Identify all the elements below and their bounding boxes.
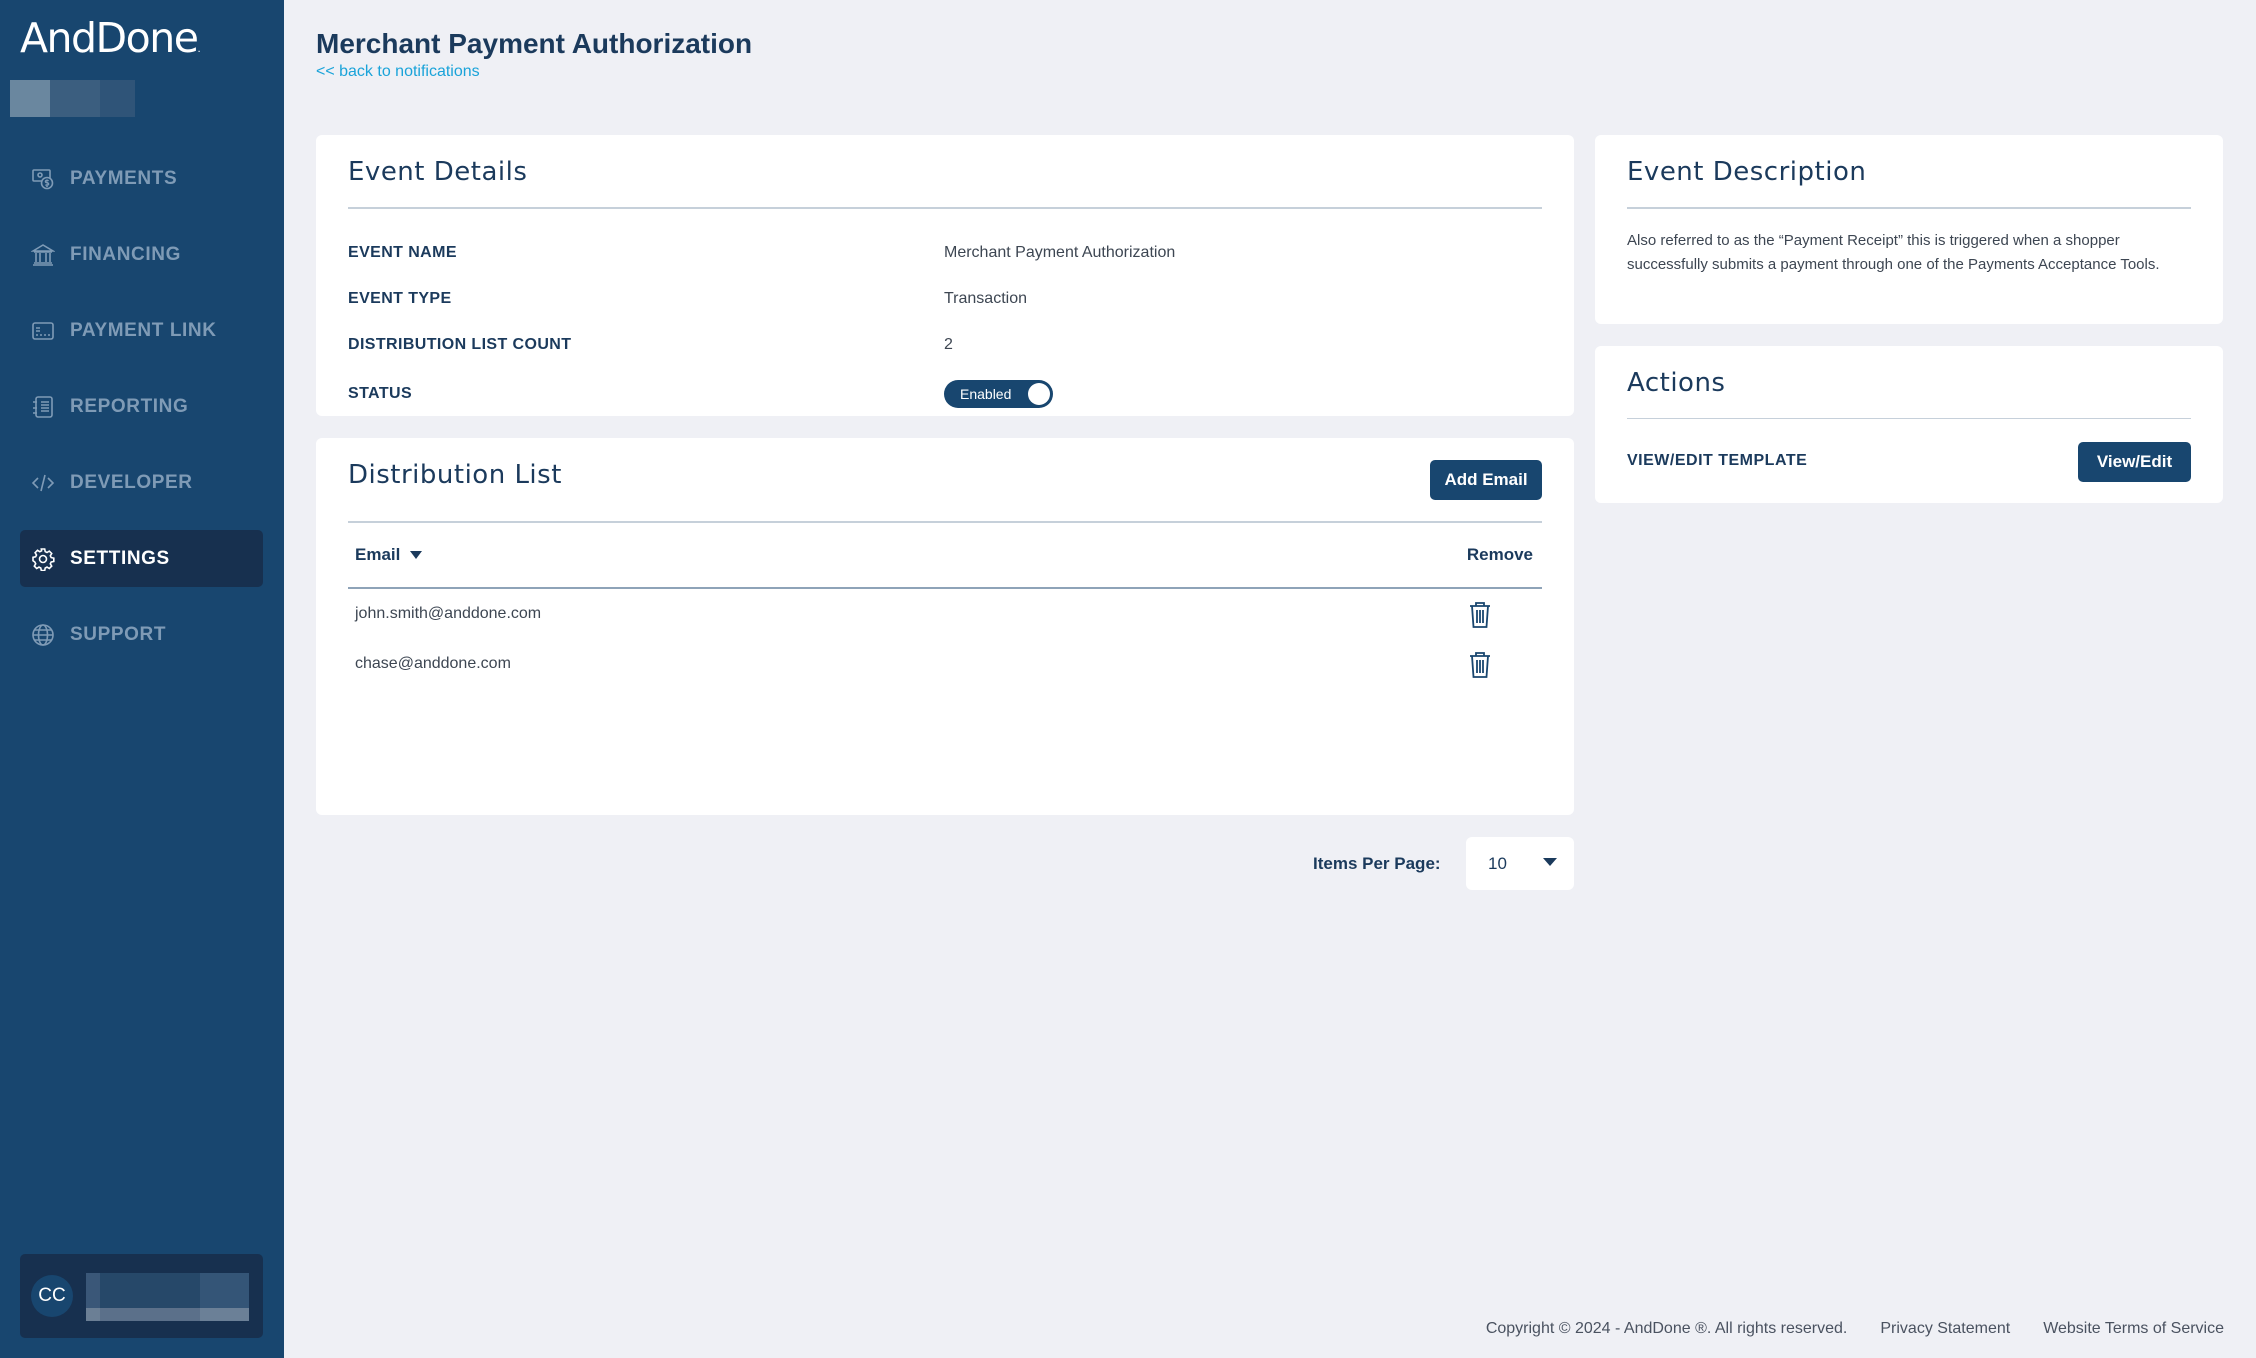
bank-icon [30,242,56,268]
sidebar: AndDone. PAYMENTS FINANCING PAYMENT LINK [0,0,284,1358]
sidebar-item-label: PAYMENT LINK [70,319,217,341]
sidebar-item-label: DEVELOPER [70,471,193,493]
sidebar-item-payment-link[interactable]: PAYMENT LINK [20,302,263,359]
event-details-card: Event Details EVENT NAME Merchant Paymen… [316,135,1574,416]
trash-icon[interactable] [1468,651,1492,679]
email-value: john.smith@anddone.com [355,605,542,622]
items-per-page-label: Items Per Page: [1313,854,1441,873]
divider [1627,207,2191,209]
footer: Copyright © 2024 - AndDone ®. All rights… [1486,1320,2224,1338]
add-email-button[interactable]: Add Email [1430,460,1542,500]
view-edit-button[interactable]: View/Edit [2078,442,2191,482]
logo-mark: . [197,44,200,55]
detail-value: Merchant Payment Authorization [944,244,1176,261]
column-label: Email [355,545,401,564]
table-row: chase@anddone.com [348,641,1542,691]
divider [1627,418,2191,419]
toggle-knob [1028,383,1050,405]
sidebar-item-payments[interactable]: PAYMENTS [20,150,263,207]
distribution-list-card: Distribution List Add Email Email Remove… [316,438,1574,815]
reporting-icon [30,394,56,420]
sort-down-icon [410,551,423,559]
detail-value: 2 [944,336,953,353]
privacy-statement-link[interactable]: Privacy Statement [1880,1320,2010,1338]
event-description-text: Also referred to as the “Payment Receipt… [1627,232,2160,273]
event-description-card: Event Description Also referred to as th… [1595,135,2223,324]
avatar: CC [31,1275,73,1317]
detail-label: STATUS [348,385,413,402]
detail-value: Transaction [944,290,1027,307]
terms-of-service-link[interactable]: Website Terms of Service [2043,1320,2224,1338]
globe-icon [30,622,56,648]
back-to-notifications-link[interactable]: << back to notifications [316,63,480,81]
status-toggle[interactable]: Enabled [944,380,1053,408]
card-title: Event Details [348,157,528,187]
table-header: Email Remove [348,521,1542,589]
email-value: chase@anddone.com [355,655,511,672]
gear-icon [30,546,56,572]
logo-text: AndDone [20,14,199,62]
sidebar-item-financing[interactable]: FINANCING [20,226,263,283]
toggle-label: Enabled [960,386,1012,402]
sidebar-item-reporting[interactable]: REPORTING [20,378,263,435]
payment-link-icon [30,318,56,344]
card-title: Event Description [1627,157,1867,187]
items-per-page-select[interactable]: 10 [1466,837,1574,890]
caret-down-icon [1543,858,1557,866]
detail-row-distribution-count: DISTRIBUTION LIST COUNT 2 [348,333,1542,357]
card-title: Distribution List [348,460,562,490]
redacted-org-name [10,80,135,117]
sidebar-item-label: SETTINGS [70,547,170,569]
sidebar-item-settings[interactable]: SETTINGS [20,530,263,587]
actions-card: Actions VIEW/EDIT TEMPLATE View/Edit [1595,346,2223,503]
sidebar-item-label: PAYMENTS [70,167,178,189]
copyright: Copyright © 2024 - AndDone ®. All rights… [1485,1320,1848,1337]
sidebar-item-support[interactable]: SUPPORT [20,606,263,663]
sidebar-item-label: FINANCING [70,243,181,265]
detail-row-event-type: EVENT TYPE Transaction [348,287,1542,311]
trash-icon[interactable] [1468,601,1492,629]
payments-icon [30,166,56,192]
detail-label: EVENT NAME [348,244,457,261]
detail-row-status: STATUS Enabled [348,379,1542,409]
items-per-page-value: 10 [1488,854,1507,873]
remove-column-header: Remove [1466,545,1533,564]
divider [348,207,1542,209]
card-title: Actions [1627,368,1726,398]
sidebar-item-label: SUPPORT [70,623,167,645]
sidebar-item-label: REPORTING [70,395,189,417]
detail-label: EVENT TYPE [348,290,452,307]
user-menu[interactable]: CC [20,1254,263,1338]
sidebar-item-developer[interactable]: DEVELOPER [20,454,263,511]
detail-label: DISTRIBUTION LIST COUNT [348,336,572,353]
page-title: Merchant Payment Authorization [316,28,753,59]
email-column-header[interactable]: Email [355,545,423,565]
code-icon [30,470,56,496]
table-row: john.smith@anddone.com [348,591,1542,641]
anddone-logo[interactable]: AndDone. [20,14,200,62]
detail-row-event-name: EVENT NAME Merchant Payment Authorizatio… [348,241,1542,265]
redacted-user-name [86,1273,249,1321]
sidebar-nav: PAYMENTS FINANCING PAYMENT LINK REPORTIN… [20,150,263,682]
view-edit-template-label: VIEW/EDIT TEMPLATE [1627,452,1808,469]
